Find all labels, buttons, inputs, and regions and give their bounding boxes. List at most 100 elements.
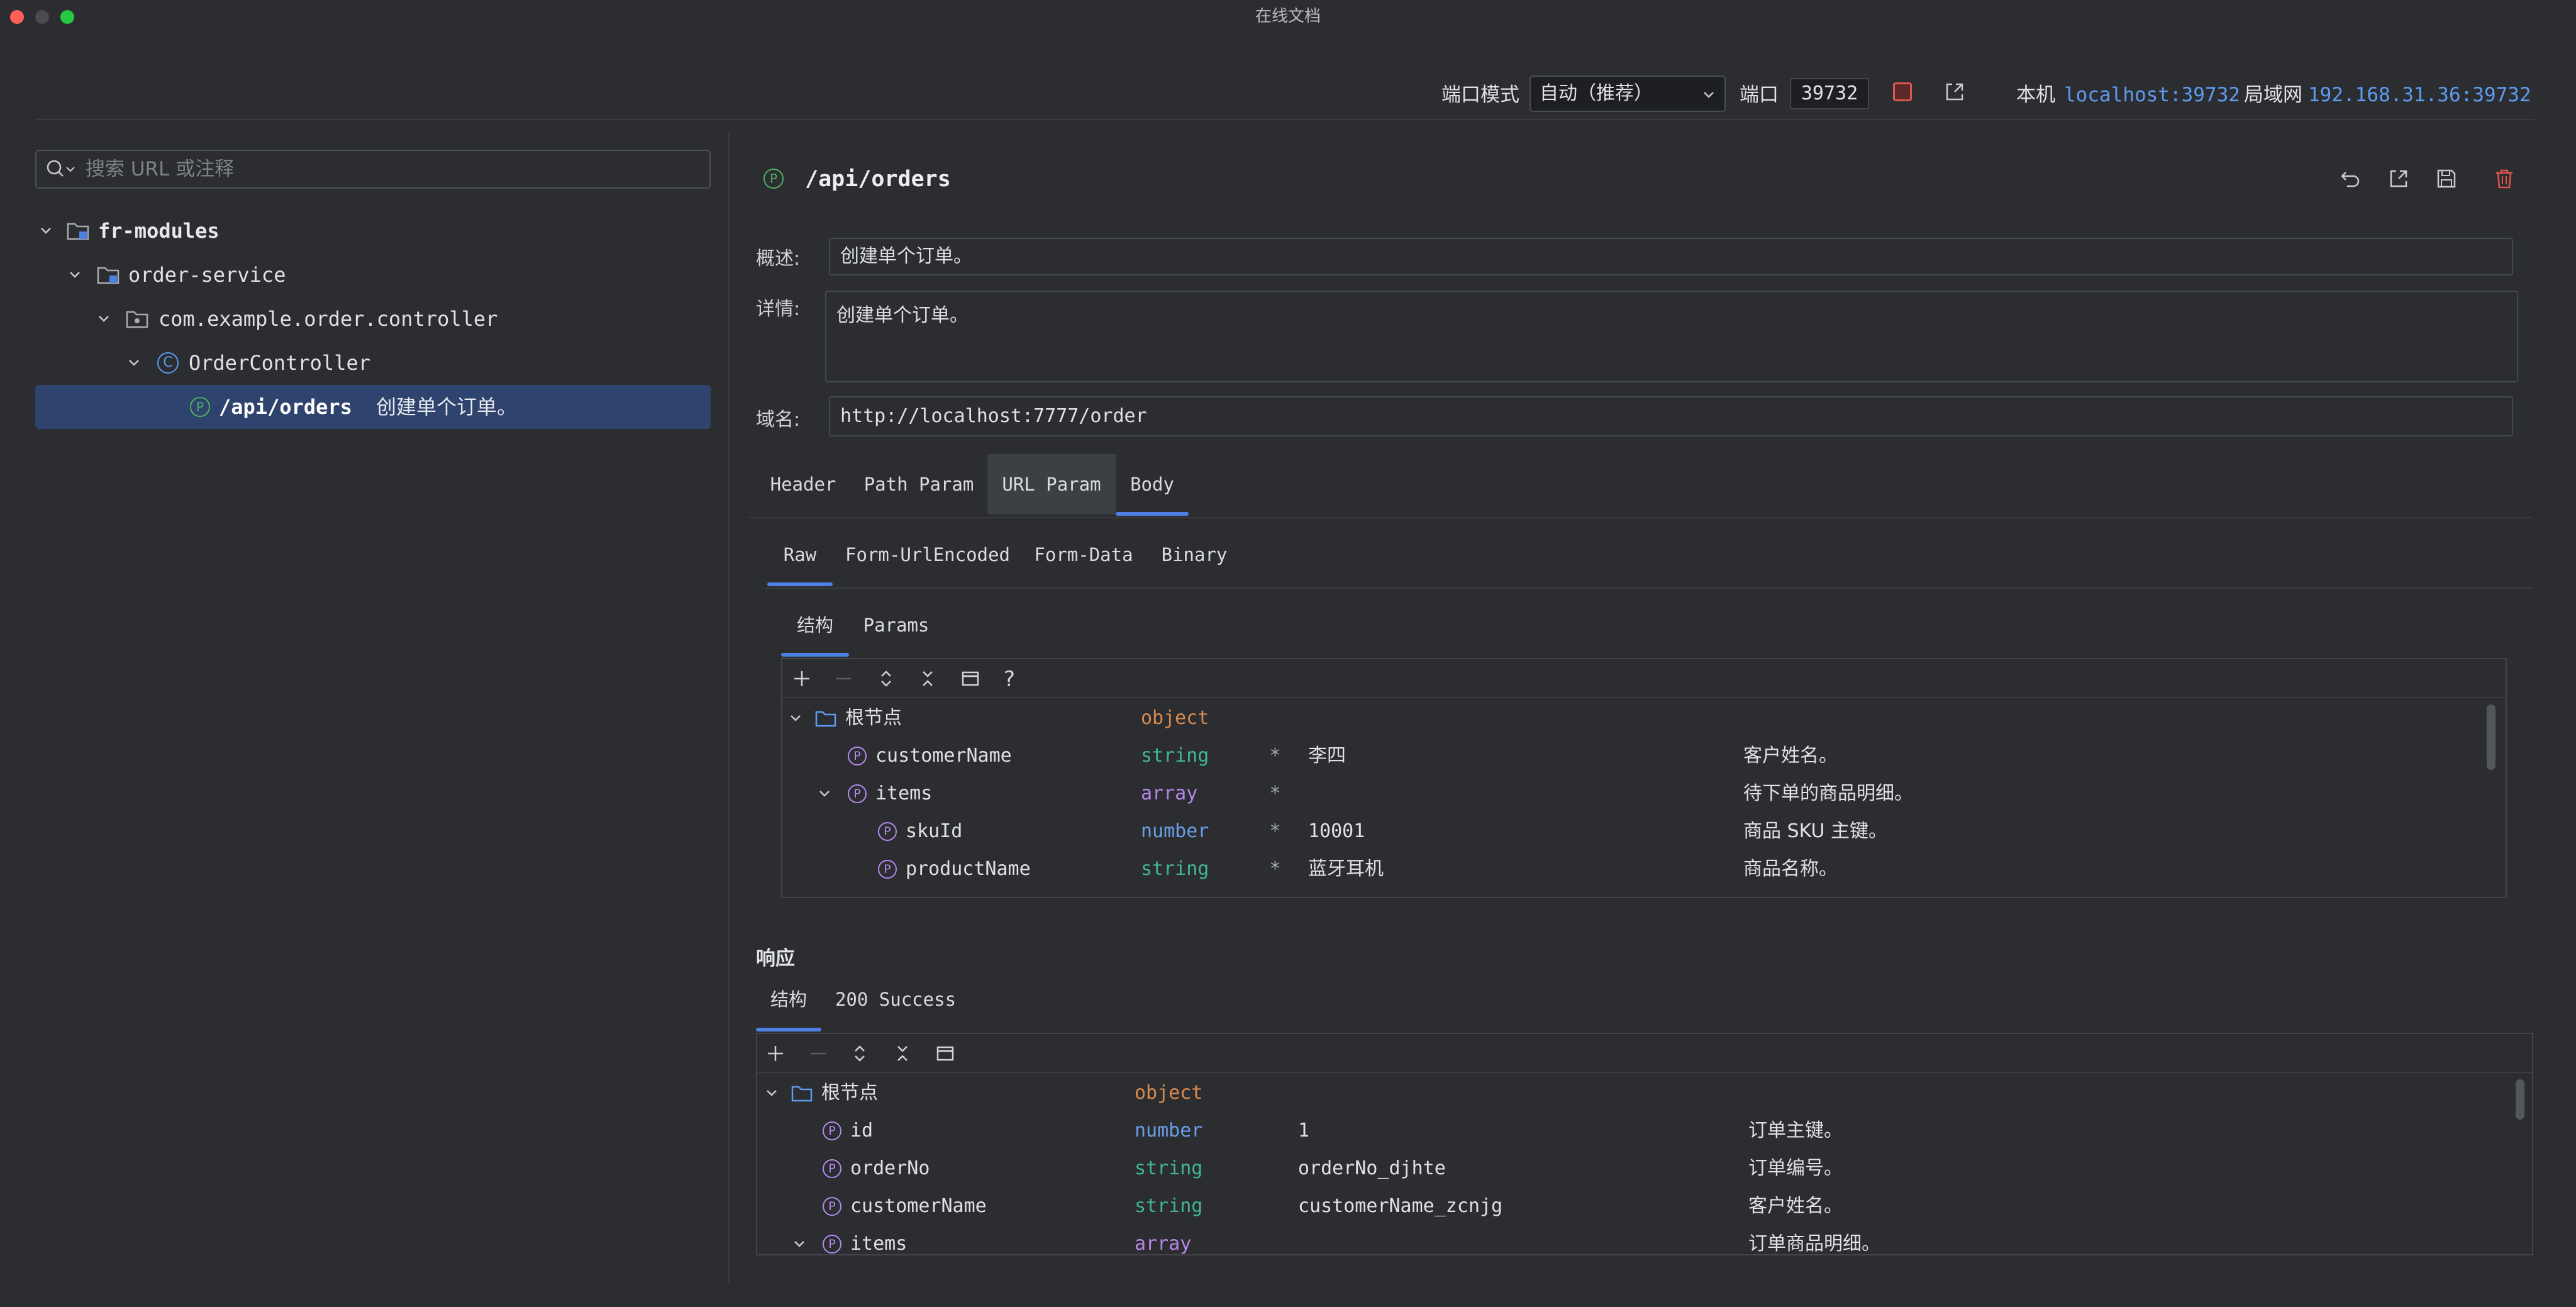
port-mode-label: 端口模式 <box>1441 84 1519 106</box>
add-icon[interactable] <box>792 669 811 688</box>
expand-all-icon[interactable] <box>850 1044 869 1063</box>
port-mode-select[interactable]: 自动（推荐） <box>1530 75 1726 112</box>
tree-item-order-service[interactable]: order-service <box>35 253 711 297</box>
row-value[interactable]: 李四 <box>1308 737 1346 775</box>
tab-binary[interactable]: Binary <box>1152 525 1236 585</box>
tab-form-data[interactable]: Form-Data <box>1025 525 1142 585</box>
help-icon[interactable]: ? <box>1004 667 1015 692</box>
folder-icon <box>791 1086 813 1102</box>
tree-row[interactable]: 根节点 object <box>782 699 2480 737</box>
tab-structure[interactable]: 结构 <box>781 595 849 655</box>
row-description[interactable]: 订单主键。 <box>1748 1112 1843 1150</box>
row-name: customerName <box>875 745 1012 767</box>
row-description[interactable]: 商品 SKU 主键。 <box>1743 813 1887 850</box>
summary-input[interactable]: 创建单个订单。 <box>829 238 2513 275</box>
tree-item-fr-modules[interactable]: fr-modules <box>35 209 711 253</box>
expand-all-icon[interactable] <box>877 669 896 688</box>
tree-item-controller[interactable]: C OrderController <box>35 341 711 385</box>
tab-body[interactable]: Body <box>1116 454 1189 514</box>
row-description[interactable]: 客户姓名。 <box>1743 737 1838 775</box>
request-structure-table: ? 根节点 object P customerName string * 李四 … <box>781 658 2507 898</box>
remove-icon[interactable] <box>834 669 853 688</box>
lan-url-link[interactable]: 192.168.31.36:39732 <box>2308 80 2531 110</box>
folder-icon <box>815 711 836 727</box>
remove-icon[interactable] <box>809 1044 828 1063</box>
save-icon[interactable] <box>2435 167 2458 190</box>
port-input[interactable]: 39732 <box>1790 78 1869 109</box>
tree-row[interactable]: P productName string * 蓝牙耳机 商品名称。 <box>782 850 2480 888</box>
collapse-all-icon[interactable] <box>918 669 937 688</box>
row-description[interactable]: 客户姓名。 <box>1748 1187 1843 1225</box>
tab-form-urlencoded[interactable]: Form-UrlEncoded <box>843 525 1013 585</box>
local-url-link[interactable]: localhost:39732 <box>2064 80 2240 110</box>
row-description[interactable]: 订单商品明细。 <box>1748 1225 1880 1254</box>
chevron-down-icon[interactable] <box>39 224 53 238</box>
tab-path-param[interactable]: Path Param <box>859 454 979 514</box>
split-divider[interactable] <box>728 132 730 1283</box>
tree-row[interactable]: P customerName string customerName_zcnjg… <box>757 1187 2506 1225</box>
tree-item-comment: 创建单个订单。 <box>376 395 518 419</box>
tree-row[interactable]: P customerName string * 李四 客户姓名。 <box>782 737 2480 775</box>
vertical-scrollbar[interactable] <box>2516 1079 2524 1120</box>
chevron-down-icon[interactable] <box>765 1086 779 1100</box>
tab-header[interactable]: Header <box>762 454 844 514</box>
row-description[interactable]: 商品名称。 <box>1743 850 1838 888</box>
tree-row[interactable]: P id number 1 订单主键。 <box>757 1112 2506 1150</box>
row-description[interactable]: 待下单的商品明细。 <box>1743 775 1913 813</box>
window-icon[interactable] <box>961 669 980 688</box>
tree-row[interactable]: P skuId number * 10001 商品 SKU 主键。 <box>782 813 2480 850</box>
tree-row[interactable]: P items array 订单商品明细。 <box>757 1225 2506 1255</box>
collapse-all-icon[interactable] <box>893 1044 912 1063</box>
undo-icon[interactable] <box>2340 167 2362 190</box>
row-value[interactable]: customerName_zcnjg <box>1298 1187 1502 1225</box>
tree-row[interactable]: P items array * 待下单的商品明细。 <box>782 775 2480 813</box>
delete-icon[interactable] <box>2493 167 2516 190</box>
vertical-scrollbar[interactable] <box>2487 704 2496 770</box>
chevron-down-icon[interactable] <box>97 312 111 326</box>
tab-raw[interactable]: Raw <box>767 525 833 585</box>
stop-server-button[interactable] <box>1893 82 1912 101</box>
chevron-down-icon[interactable] <box>818 787 831 801</box>
row-type: object <box>1135 1082 1203 1104</box>
row-description[interactable]: 订单编号。 <box>1748 1150 1843 1187</box>
endpoint-path: /api/orders <box>805 167 951 192</box>
add-icon[interactable] <box>766 1044 785 1063</box>
tree-row[interactable]: P orderNo string orderNo_djhte 订单编号。 <box>757 1150 2506 1187</box>
row-type: string <box>1141 858 1209 880</box>
tab-params[interactable]: Params <box>857 595 936 655</box>
package-icon <box>126 311 148 328</box>
chevron-down-icon[interactable] <box>68 268 82 282</box>
domain-input[interactable]: http://localhost:7777/order <box>829 396 2513 437</box>
row-value[interactable]: 10001 <box>1308 813 1365 850</box>
row-name: customerName <box>850 1195 987 1217</box>
row-type: string <box>1135 1157 1203 1179</box>
chevron-down-icon <box>1704 92 1714 98</box>
search-input[interactable]: 搜索 URL 或注释 <box>86 151 702 187</box>
detail-textarea[interactable]: 创建单个订单。 <box>825 291 2518 382</box>
window-icon[interactable] <box>936 1044 955 1063</box>
row-value[interactable]: 1 <box>1298 1112 1309 1150</box>
row-value[interactable]: orderNo_djhte <box>1298 1150 1446 1187</box>
property-icon: P <box>848 784 867 803</box>
row-name: items <box>850 1233 908 1255</box>
export-icon[interactable] <box>2387 167 2410 190</box>
search-box[interactable]: 搜索 URL 或注释 <box>35 150 711 189</box>
tree-item-endpoint[interactable]: P /api/orders 创建单个订单。 <box>35 385 711 429</box>
tab-response-structure[interactable]: 结构 <box>756 970 821 1029</box>
chevron-down-icon[interactable] <box>792 1237 806 1251</box>
structure-toolbar: ? <box>782 659 2506 698</box>
local-label: 本机 <box>2016 84 2055 106</box>
chevron-down-icon[interactable] <box>127 356 141 370</box>
tree-row[interactable]: 根节点 object <box>757 1074 2506 1112</box>
row-value[interactable]: 蓝牙耳机 <box>1308 850 1384 888</box>
open-external-icon[interactable] <box>1943 81 1966 103</box>
row-type: string <box>1135 1195 1203 1217</box>
tree-item-package[interactable]: com.example.order.controller <box>35 297 711 341</box>
post-method-icon: P <box>763 169 784 189</box>
chevron-down-icon[interactable] <box>789 711 802 725</box>
title-bar: 在线文档 <box>0 0 2576 33</box>
row-name: 根节点 <box>821 1082 878 1104</box>
tab-200-success[interactable]: 200 Success <box>833 970 958 1029</box>
tab-url-param[interactable]: URL Param <box>987 454 1116 514</box>
tree-item-label: OrderController <box>189 351 370 375</box>
